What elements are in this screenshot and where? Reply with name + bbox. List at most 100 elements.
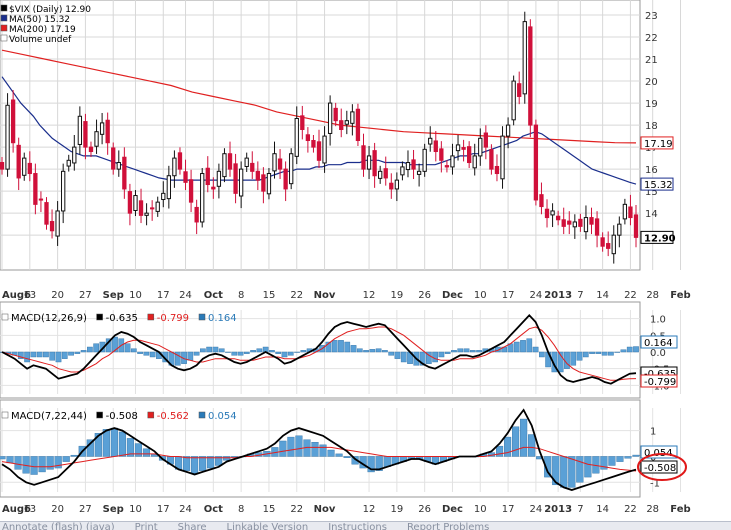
price-y-tick-label: 21: [645, 55, 658, 66]
macd-histogram-bar: [212, 346, 219, 353]
candle-body: [422, 148, 427, 172]
candle-body: [572, 221, 577, 228]
candle-body: [261, 174, 266, 192]
candle-body: [333, 107, 338, 122]
candle-body: [161, 192, 166, 201]
macd1-panel: 1.00.50.0-0.5-1.0 0.164-0.635-0.799 MACD…: [0, 301, 681, 399]
macd-histogram-bar: [118, 431, 126, 457]
macd-histogram-bar: [137, 351, 143, 354]
candle-body: [489, 149, 494, 170]
legend-swatch: [0, 4, 8, 12]
bottom-x-tick-label: 15: [263, 504, 276, 515]
bottom-x-tick-label: Nov: [314, 504, 336, 515]
candle-body: [116, 162, 121, 170]
candle-body: [283, 168, 288, 190]
top-x-tick-label: 7: [577, 290, 583, 301]
candle-body: [461, 147, 466, 150]
price-y-tick-label: 18: [645, 121, 658, 132]
candle-body: [478, 137, 483, 157]
macd-histogram-bar: [87, 346, 93, 353]
bottom-x-tick-label: Oct: [204, 504, 223, 515]
bottom-x-tick-label: 17: [502, 504, 515, 515]
candle-body: [433, 140, 438, 153]
candle-body: [539, 194, 544, 208]
legend-label: -0.562: [157, 411, 189, 422]
candle-body: [428, 137, 433, 145]
candle-body: [233, 163, 238, 194]
candle-body: [22, 157, 27, 176]
macd-histogram-bar: [38, 456, 46, 473]
candle-body: [372, 150, 377, 177]
candle-body: [533, 124, 539, 201]
candle-body: [606, 243, 611, 249]
top-x-tick-label: 19: [390, 290, 403, 301]
candle-body: [138, 200, 144, 216]
top-x-tick-label: 12: [363, 290, 376, 301]
macd-histogram-bar: [632, 454, 640, 457]
bottom-x-tick-label: 10: [129, 504, 142, 515]
candle-body: [633, 214, 639, 238]
candle-body: [127, 191, 133, 214]
top-x-tick-label: 8: [238, 290, 244, 301]
bottom-x-tick-label: 24: [530, 504, 543, 515]
macd-tag-label: -0.799: [644, 377, 676, 388]
top-x-tick-label: 27: [79, 290, 92, 301]
legend-label: $VIX (Daily) 12.90: [9, 5, 91, 15]
macd-histogram-bar: [206, 346, 212, 353]
macd-histogram-bar: [476, 350, 482, 353]
macd-histogram-bar: [256, 348, 263, 353]
top-x-tick-label: Dec: [442, 290, 463, 301]
macd-histogram-bar: [513, 341, 520, 353]
price-tag-label: 15.32: [644, 180, 673, 191]
macd-histogram-bar: [620, 349, 627, 353]
candle-body: [49, 221, 55, 232]
legend-label: -0.799: [157, 313, 189, 324]
macd-histogram-bar: [193, 351, 200, 356]
macd-histogram-bar: [102, 429, 110, 457]
macd-histogram-bar: [80, 350, 87, 353]
candle-body: [455, 144, 461, 152]
candle-body: [238, 168, 244, 197]
legend-swatch: [1, 411, 9, 419]
candle-body: [122, 156, 127, 190]
macd-histogram-bar: [295, 435, 303, 457]
macd-histogram-bar: [199, 456, 207, 471]
macd-histogram-bar: [70, 454, 78, 457]
candle-body: [216, 170, 222, 187]
candle-body: [244, 157, 249, 167]
macd-y-tick-label: 0.0: [650, 348, 666, 359]
macd-histogram-bar: [614, 351, 621, 353]
macd-histogram-bar: [142, 448, 151, 457]
candle-body: [133, 195, 138, 212]
macd-histogram-bar: [200, 348, 206, 353]
candle-body: [400, 166, 405, 176]
macd-histogram-bar: [350, 345, 357, 353]
candle-body: [277, 158, 283, 170]
macd-histogram-bar: [363, 350, 369, 353]
legend-swatch: [198, 313, 206, 321]
legend-swatch: [0, 24, 8, 32]
candle-body: [105, 119, 110, 144]
macd-histogram-bar: [14, 456, 22, 470]
macd-histogram-bar: [55, 351, 62, 363]
candle-body: [628, 206, 633, 219]
candle-body: [94, 131, 99, 147]
top-x-tick-label: Sep: [103, 290, 124, 301]
macd-histogram-bar: [608, 351, 614, 356]
candle-body: [450, 155, 455, 168]
date-x-axis: Aug613 20 27 Sep 10 17 24 Oct 8 15 22 Nov 12 19 26 Dec 1…: [2, 290, 691, 301]
candle-body: [72, 146, 77, 164]
price-y-tick-label: 14: [645, 209, 658, 220]
legend-label: MA(50) 15.32: [9, 15, 70, 25]
macd-histogram-bar: [626, 346, 633, 353]
macd-histogram-bar: [62, 456, 70, 462]
candle-body: [5, 104, 10, 170]
macd-histogram-bar: [300, 350, 307, 353]
macd-histogram-bar: [512, 426, 520, 457]
macd-histogram-bar: [191, 456, 199, 474]
macd-histogram-bar: [110, 427, 118, 457]
macd-histogram-bar: [457, 348, 464, 353]
macd-histogram-bar: [624, 456, 632, 459]
candle-body: [494, 165, 500, 175]
candle-body: [211, 186, 216, 190]
